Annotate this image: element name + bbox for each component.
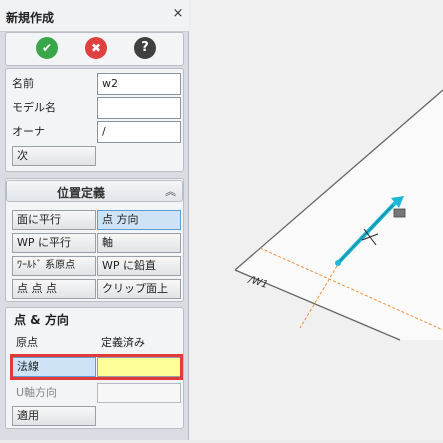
origin-value: 定義済み: [101, 336, 145, 349]
model-name-field[interactable]: [97, 97, 181, 119]
apply-button[interactable]: 適用: [12, 406, 96, 426]
world-origin-button[interactable]: ﾜｰﾙﾄﾞ 系原点: [12, 256, 96, 276]
x-icon: ✖: [90, 41, 102, 55]
check-icon: ✔: [41, 41, 53, 55]
new-create-dialog: 新規作成 × ✔ ✖ ? 名前 w2 モデル名 オーナ / 次 位置定義 ︽ 面…: [0, 0, 189, 440]
workplane-fill: [235, 90, 443, 340]
collapse-icon[interactable]: ︽: [165, 183, 176, 199]
parallel-to-plane-button[interactable]: 面に平行: [12, 210, 96, 230]
next-button[interactable]: 次: [12, 146, 96, 166]
3d-viewport[interactable]: /W1: [190, 0, 443, 440]
parallel-to-wp-button[interactable]: WP に平行: [12, 233, 96, 253]
owner-label: オーナ: [12, 125, 45, 138]
position-header-label: 位置定義: [57, 186, 106, 200]
ok-button[interactable]: ✔: [36, 37, 58, 59]
question-icon: ?: [141, 40, 149, 55]
cancel-button[interactable]: ✖: [85, 37, 107, 59]
point-direction-header: 点 & 方向: [14, 313, 69, 327]
u-axis-label: U軸方向: [16, 386, 58, 399]
help-button[interactable]: ?: [134, 37, 156, 59]
name-field[interactable]: w2: [97, 73, 181, 95]
dialog-title: 新規作成: [6, 11, 55, 25]
on-clip-plane-button[interactable]: クリップ面上: [97, 279, 181, 299]
model-name-label: モデル名: [12, 101, 56, 114]
name-label: 名前: [12, 77, 34, 90]
perpendicular-to-wp-button[interactable]: WP に鉛直: [97, 256, 181, 276]
viewport-canvas: /W1: [234, 89, 443, 341]
origin-label: 原点: [16, 336, 38, 349]
close-icon[interactable]: ×: [171, 7, 185, 21]
cursor-badge-icon: [393, 208, 406, 218]
normal-highlight-frame: [10, 354, 183, 380]
three-points-button[interactable]: 点 点 点: [12, 279, 96, 299]
u-axis-field[interactable]: [97, 383, 181, 403]
owner-field[interactable]: /: [97, 121, 181, 143]
dialog-titlebar: 新規作成 ×: [0, 0, 189, 32]
position-header[interactable]: 位置定義 ︽: [6, 180, 183, 202]
point-direction-button[interactable]: 点 方向: [97, 210, 181, 230]
axis-button[interactable]: 軸: [97, 233, 181, 253]
manipulator-origin: [335, 260, 341, 266]
